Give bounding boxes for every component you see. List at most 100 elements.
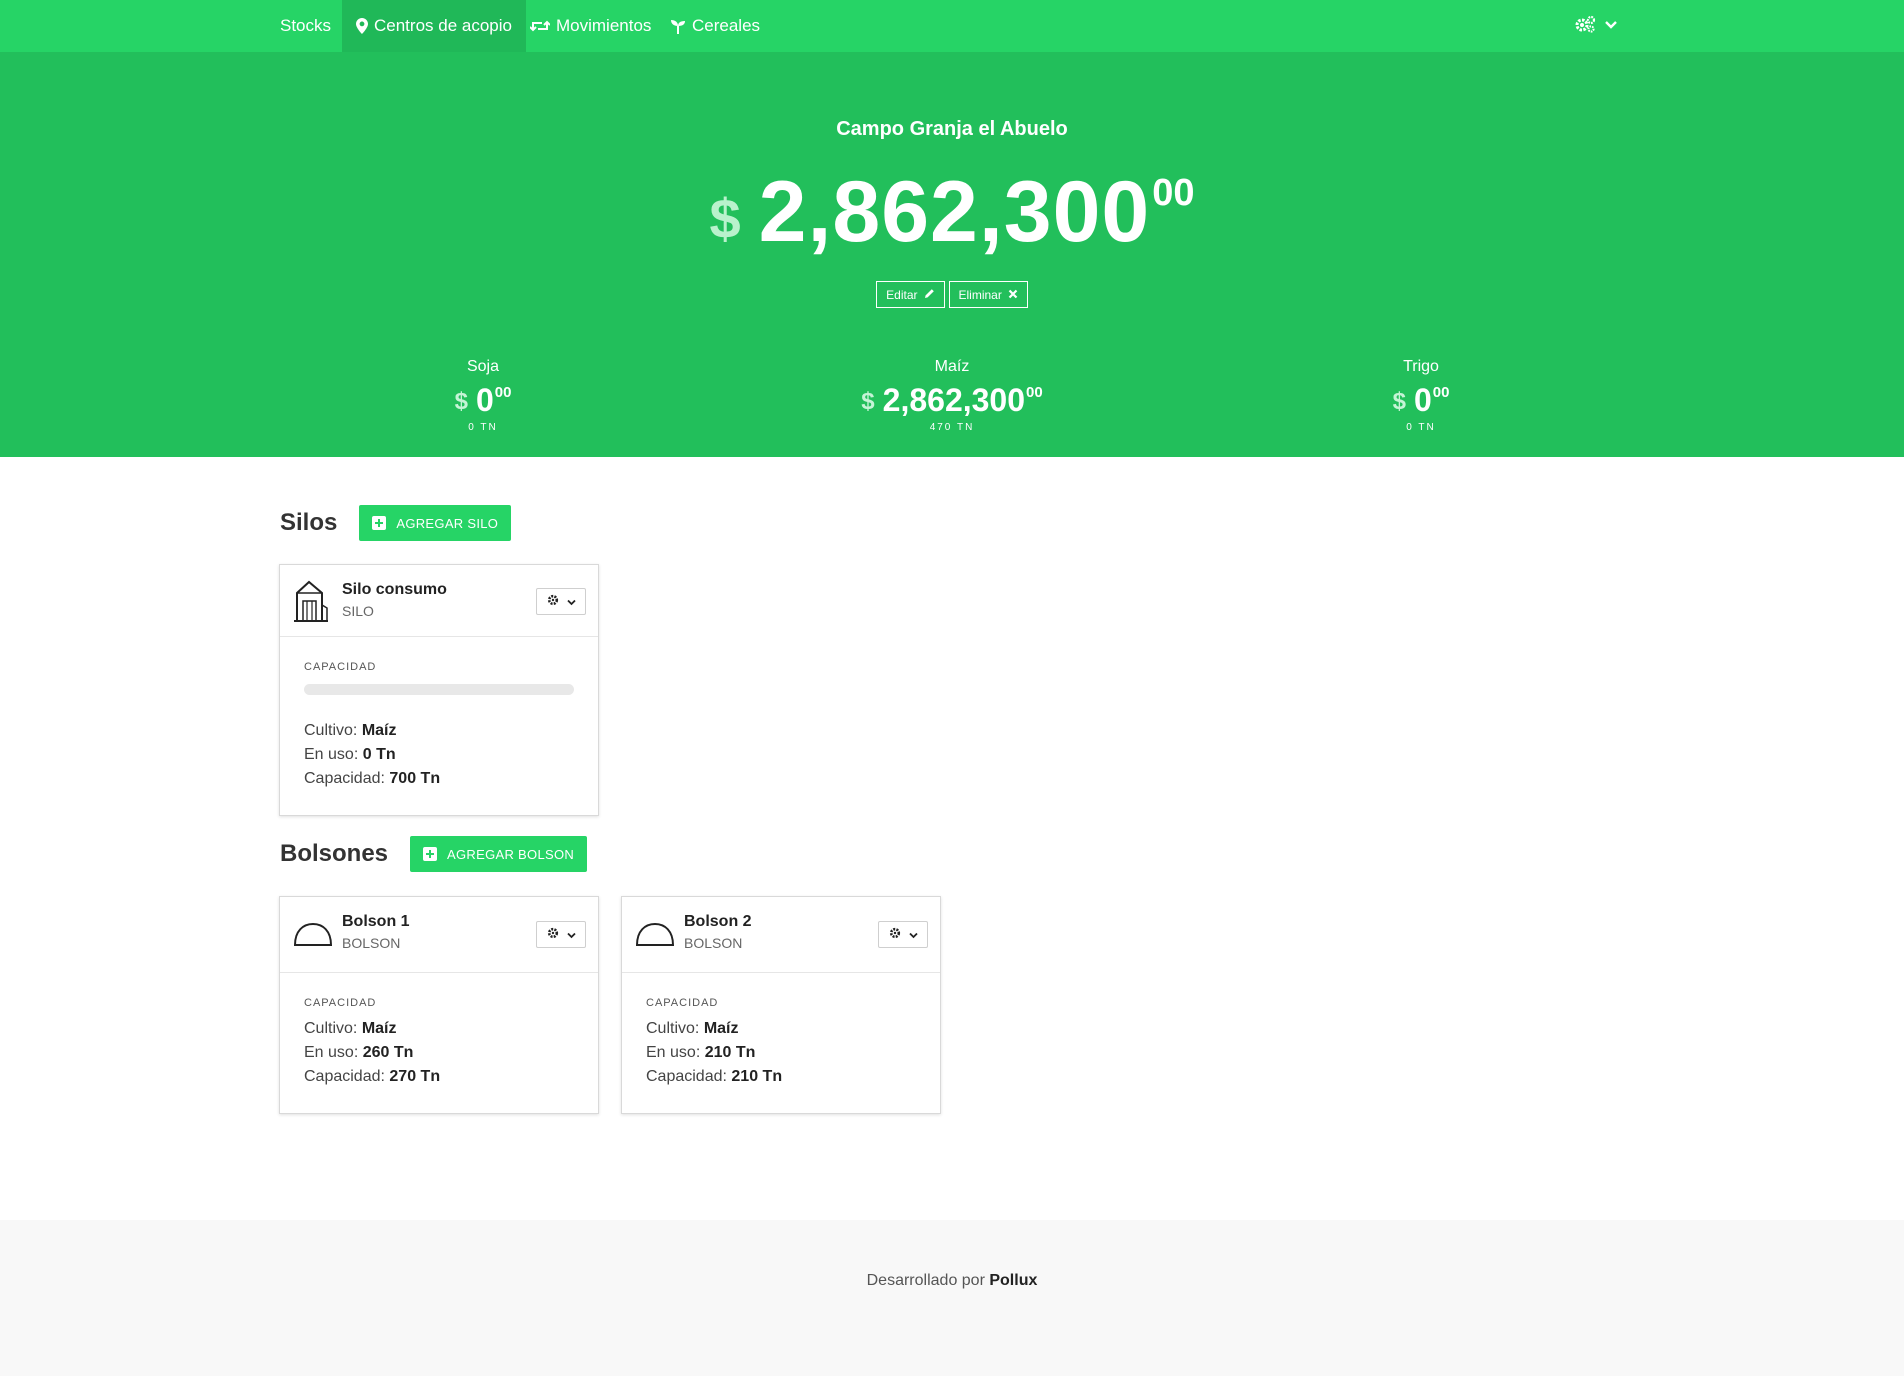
card-title: Bolson 1 [342, 913, 410, 930]
delete-button-label: Eliminar [958, 287, 1002, 302]
capacidad-value: 270 Tn [389, 1068, 441, 1085]
crop-value-integer: 0 [1413, 382, 1432, 418]
card-options-button[interactable] [878, 921, 928, 948]
crop-tonnage: 0 TN [1406, 422, 1436, 433]
retweet-icon [530, 19, 550, 33]
capacidad-label: Capacidad: [304, 770, 385, 787]
edit-button[interactable]: Editar [876, 281, 945, 308]
card-header: Silo consumo SILO [280, 565, 598, 637]
en-uso-line: En uso: 210 Tn [646, 1041, 916, 1065]
delete-button[interactable]: Eliminar [948, 281, 1028, 308]
chevron-down-icon [908, 926, 918, 944]
cultivo-value: Maíz [361, 722, 397, 739]
nav-item-label: Cereales [692, 16, 761, 35]
gear-icon [547, 593, 559, 611]
crop-value-decimals: 00 [1026, 384, 1043, 401]
campo-title: Campo Granja el Abuelo [836, 118, 1068, 140]
en-uso-line: En uso: 0 Tn [304, 743, 574, 767]
silo-card: Silo consumo SILO CAPACIDAD Cultivo: Maí… [279, 564, 599, 816]
card-body: CAPACIDAD Cultivo: Maíz En uso: 0 Tn Cap… [280, 637, 598, 815]
seedling-icon [670, 18, 686, 34]
capacity-label: CAPACIDAD [646, 997, 719, 1009]
card-options-button[interactable] [536, 588, 586, 615]
cultivo-line: Cultivo: Maíz [304, 1017, 574, 1041]
settings-dropdown[interactable] [1568, 0, 1624, 52]
bolson-card: Bolson 2 BOLSON CAPACIDAD Cultivo: Maíz … [621, 896, 941, 1114]
add-bolson-button[interactable]: AGREGAR BOLSON [410, 836, 588, 872]
crop-value: $ 0 00 [1271, 382, 1571, 418]
footer-prefix: Desarrollado por [866, 1272, 985, 1289]
en-uso-line: En uso: 260 Tn [304, 1041, 574, 1065]
capacity-progress-bar [304, 684, 574, 695]
crop-tonnage: 0 TN [468, 422, 498, 433]
capacity-label: CAPACIDAD [304, 661, 377, 673]
cultivo-value: Maíz [703, 1020, 739, 1037]
capacidad-label: Capacidad: [646, 1068, 727, 1085]
chevron-down-icon [1604, 17, 1618, 35]
crop-value-decimals: 00 [1432, 384, 1450, 401]
top-navbar: Stocks Centros de acopio Movimientos Cer… [0, 0, 1904, 52]
pencil-icon [924, 288, 935, 302]
card-body: CAPACIDAD Cultivo: Maíz En uso: 260 Tn C… [280, 973, 598, 1113]
footer-credit: Desarrollado por Pollux [0, 1272, 1904, 1290]
map-marker-icon [356, 18, 368, 34]
currency-symbol: $ [1392, 388, 1406, 415]
chevron-down-icon [566, 926, 576, 944]
crop-value-decimals: 00 [494, 384, 512, 401]
amount-decimals: 00 [1152, 172, 1195, 214]
en-uso-value: 210 Tn [704, 1044, 756, 1061]
crop-value: $ 2,862,300 00 [802, 382, 1102, 418]
crop-summary-maiz: Maíz $ 2,862,300 00 470 TN [802, 358, 1102, 433]
crop-value: $ 0 00 [333, 382, 633, 418]
crop-summary-trigo: Trigo $ 0 00 0 TN [1271, 358, 1571, 433]
hero-summary: Campo Granja el Abuelo $ 2,862,300 00 Ed… [0, 52, 1904, 457]
crop-name: Maíz [934, 358, 970, 375]
card-title: Bolson 2 [684, 913, 752, 930]
crop-value-integer: 0 [475, 382, 494, 418]
nav-item-movimientos[interactable]: Movimientos [516, 0, 665, 52]
en-uso-label: En uso: [304, 1044, 359, 1061]
card-type: BOLSON [342, 935, 401, 951]
cultivo-label: Cultivo: [304, 1020, 358, 1037]
bolsones-header: Bolsones AGREGAR BOLSON [280, 836, 588, 872]
nav-item-cereales[interactable]: Cereales [656, 0, 774, 52]
en-uso-label: En uso: [304, 746, 359, 763]
campo-actions: Editar Eliminar [0, 281, 1904, 308]
add-bolson-label: AGREGAR BOLSON [447, 846, 575, 862]
cultivo-value: Maíz [361, 1020, 397, 1037]
crop-summary-soja: Soja $ 0 00 0 TN [333, 358, 633, 433]
capacidad-value: 700 Tn [389, 770, 441, 787]
plus-square-icon [372, 516, 387, 530]
card-body: CAPACIDAD Cultivo: Maíz En uso: 210 Tn C… [622, 973, 940, 1113]
nav-item-label: Movimientos [556, 16, 652, 35]
plus-square-icon [423, 847, 438, 861]
cultivo-line: Cultivo: Maíz [304, 719, 574, 743]
total-value: $ 2,862,300 00 [0, 162, 1904, 262]
crop-tonnage: 470 TN [929, 422, 975, 433]
crop-value-integer: 2,862,300 [882, 382, 1026, 418]
silo-icon [293, 579, 329, 628]
footer-brand-link[interactable]: Pollux [989, 1272, 1037, 1289]
close-icon [1008, 288, 1018, 302]
capacidad-label: Capacidad: [304, 1068, 385, 1085]
card-type: BOLSON [684, 935, 743, 951]
card-options-button[interactable] [536, 921, 586, 948]
en-uso-value: 260 Tn [362, 1044, 414, 1061]
nav-item-stocks[interactable]: Stocks [266, 0, 345, 52]
card-type: SILO [342, 603, 374, 619]
bolson-card: Bolson 1 BOLSON CAPACIDAD Cultivo: Maíz … [279, 896, 599, 1114]
cultivo-label: Cultivo: [304, 722, 358, 739]
cogs-icon [1574, 15, 1596, 38]
footer: Desarrollado por Pollux [0, 1220, 1904, 1376]
silos-header: Silos AGREGAR SILO [280, 505, 512, 541]
card-title: Silo consumo [342, 581, 447, 598]
capacidad-value: 210 Tn [731, 1068, 783, 1085]
crop-name: Soja [466, 358, 500, 375]
en-uso-value: 0 Tn [362, 746, 396, 763]
edit-button-label: Editar [886, 287, 918, 302]
add-silo-button[interactable]: AGREGAR SILO [359, 505, 512, 541]
card-header: Bolson 2 BOLSON [622, 897, 940, 973]
nav-item-centros-de-acopio[interactable]: Centros de acopio [342, 0, 526, 52]
capacidad-line: Capacidad: 700 Tn [304, 767, 574, 791]
add-silo-label: AGREGAR SILO [396, 515, 499, 531]
